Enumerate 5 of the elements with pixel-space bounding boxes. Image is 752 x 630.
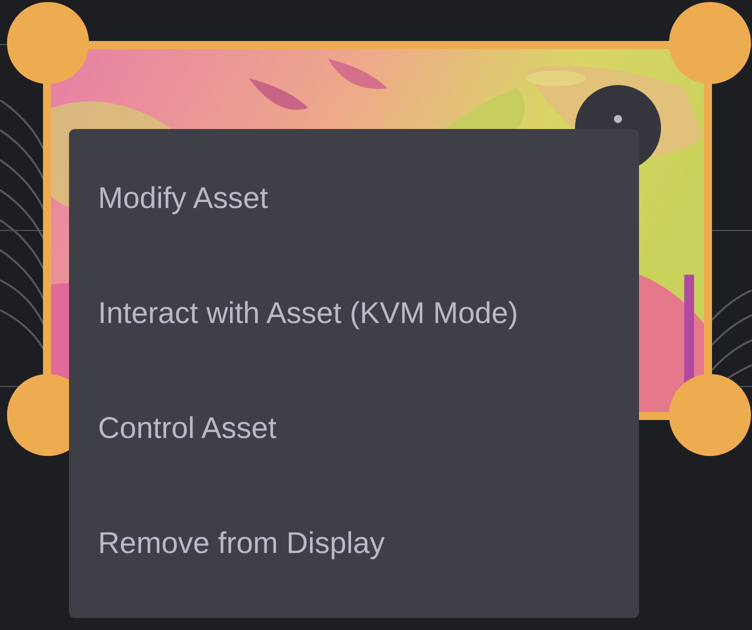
menu-item[interactable]: Modify Asset — [69, 141, 639, 256]
more-icon — [614, 115, 622, 123]
menu-item[interactable]: Control Asset — [69, 371, 639, 486]
menu-item[interactable]: Interact with Asset (KVM Mode) — [69, 256, 639, 371]
menu-item[interactable]: Remove from Display — [69, 486, 639, 601]
